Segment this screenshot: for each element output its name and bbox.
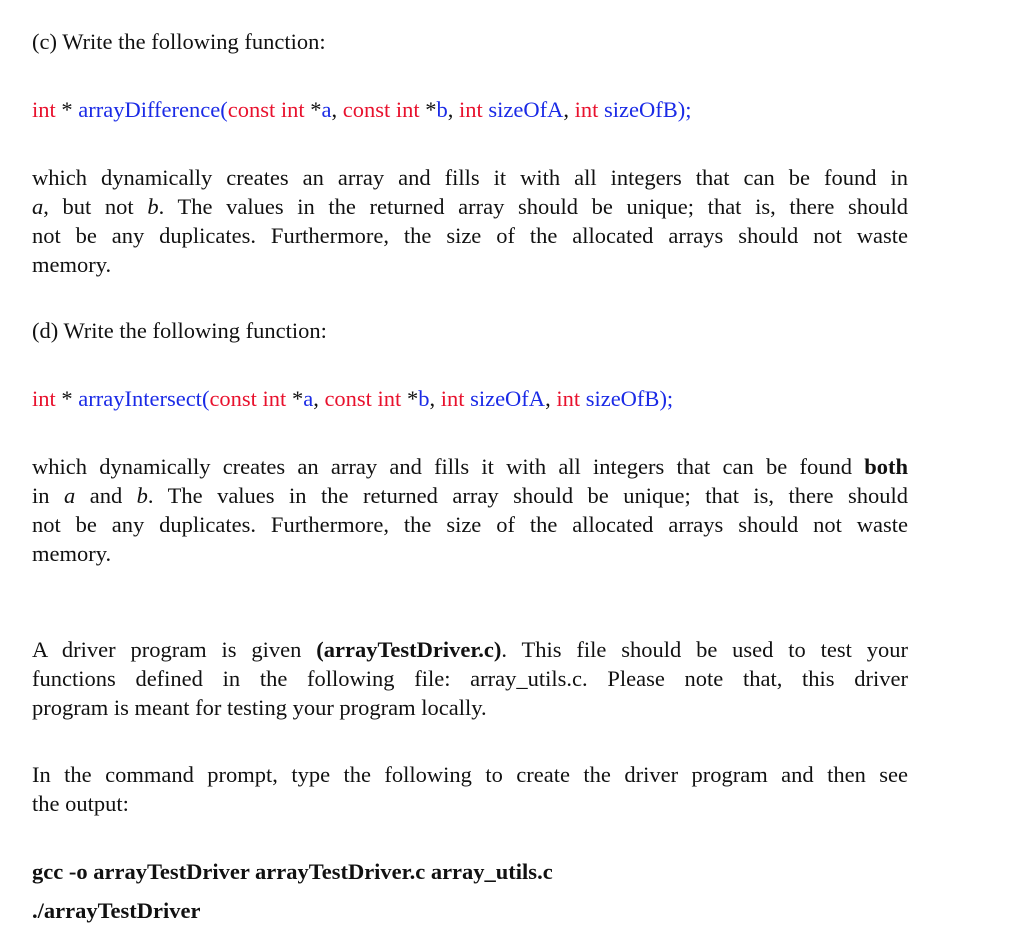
sig-param3-name: sizeOfA [464,386,546,411]
sig-param2-type: const int [342,97,420,122]
part-d-signature: int * arrayIntersect(const int *a, const… [32,384,673,413]
part-d-heading: (d) Write the following function: [32,318,327,343]
sig-param1-name: a [303,386,314,411]
part-d-desc-line-4: memory. [32,541,112,566]
sig-param4-name: sizeOfB [580,386,660,411]
driver-line-1: A driver program is given (arrayTestDriv… [32,637,908,662]
compile-command: gcc -o arrayTestDriver arrayTestDriver.c… [32,859,553,884]
run-command: ./arrayTestDriver [32,898,201,923]
sig-close: ); [659,386,674,411]
var-a: a [63,483,76,508]
sig-param1-type: const int [227,97,305,122]
instructions-line-2: the output: [32,791,129,816]
sig-sep: , [563,97,575,122]
sig-param1-star: * [286,386,304,411]
var-b: b [136,483,148,508]
driver-line-2: functions defined in the following file:… [32,666,908,691]
instructions-line-1: In the command prompt, type the followin… [32,762,908,787]
sig-close: ); [677,97,692,122]
sig-open-paren: ( [220,97,228,122]
var-a: a [32,194,44,219]
sig-param1-name: a [321,97,332,122]
part-c-signature: int * arrayDifference(const int *a, cons… [32,95,692,124]
part-c-heading: (c) Write the following function: [32,29,326,54]
sig-sep: , [331,97,343,122]
sig-param2-name: b [436,97,448,122]
sig-star: * [55,386,79,411]
sig-sep: , [429,386,441,411]
sig-star: * [55,97,79,122]
driver-filename: (arrayTestDriver.c) [316,637,502,662]
driver-line-3: program is meant for testing your progra… [32,695,487,720]
part-c-desc-line-3: not be any duplicates. Furthermore, the … [32,223,908,248]
sig-return-type: int [32,97,56,122]
sig-param4-type: int [574,97,599,122]
sig-function-name: arrayIntersect [78,386,202,411]
sig-param1-type: const int [209,386,287,411]
var-b: b [147,194,159,219]
sig-return-type: int [32,386,56,411]
sig-function-name: arrayDifference [78,97,221,122]
part-d-desc-line-1: which dynamically creates an array and f… [32,454,908,479]
sig-param2-type: const int [324,386,402,411]
sig-param2-star: * [419,97,437,122]
part-c-desc-line-2: a, but not b. The values in the returned… [32,194,908,219]
sig-param4-name: sizeOfB [598,97,678,122]
part-c-desc-line-1: which dynamically creates an array and f… [32,165,908,190]
sig-param4-type: int [556,386,581,411]
part-d-desc-line-2: in a and b. The values in the returned a… [32,483,908,508]
sig-param1-star: * [304,97,322,122]
sig-sep: , [545,386,557,411]
sig-param3-type: int [440,386,465,411]
sig-param3-type: int [459,97,483,122]
sig-sep: , [313,386,325,411]
sig-sep: , [447,97,459,122]
sig-param2-star: * [401,386,419,411]
part-d-desc-line-3: not be any duplicates. Furthermore, the … [32,512,908,537]
part-c-desc-line-4: memory. [32,252,112,277]
sig-param2-name: b [418,386,430,411]
emphasis-both: both [864,454,908,479]
sig-param3-name: sizeOfA [482,97,564,122]
